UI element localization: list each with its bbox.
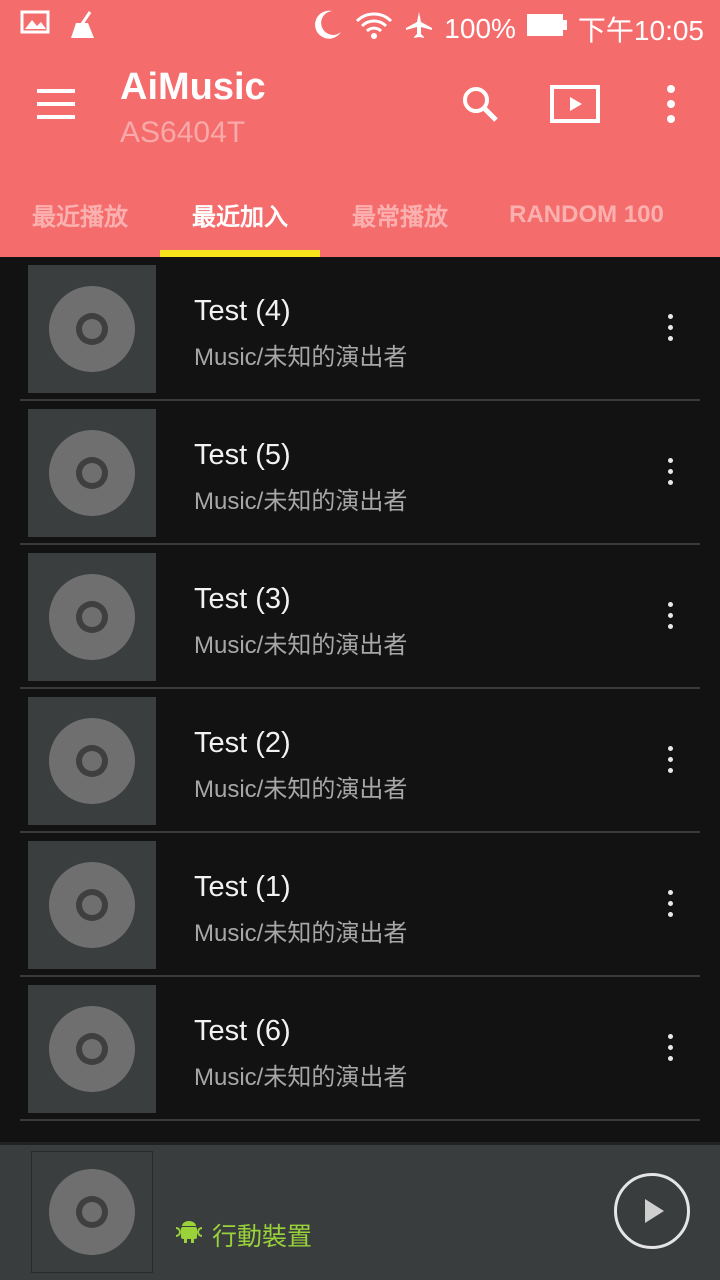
status-bar: 100% 下午10:05 [0,0,720,52]
android-icon [174,1220,204,1250]
more-vert-icon[interactable] [648,881,692,925]
airplane-icon [404,10,434,47]
more-vert-icon[interactable] [641,74,701,134]
disc-icon [49,286,135,372]
app-title: AiMusic [120,66,266,108]
song-title: Test (1) [194,871,291,903]
disc-icon [49,862,135,948]
song-title: Test (6) [194,1015,291,1047]
status-bar-right: 100% 下午10:05 [310,8,704,49]
status-bar-left [20,10,98,45]
list-item[interactable]: Test (5) Music/未知的演出者 [0,401,720,545]
song-subtitle: Music/未知的演出者 [194,1064,408,1091]
more-vert-icon[interactable] [648,449,692,493]
play-icon [645,1199,664,1223]
cleaner-icon [68,10,98,45]
menu-icon[interactable] [30,78,82,130]
disc-icon [49,1006,135,1092]
album-art [28,265,156,393]
clock: 下午10:05 [577,14,704,46]
battery-icon [526,12,568,45]
tab-bar: 最近播放 最近加入 最常播放 RANDOM 100 [0,172,720,257]
more-vert-icon[interactable] [648,1025,692,1069]
song-subtitle: Music/未知的演出者 [194,632,408,659]
tab-recently-added[interactable]: 最近加入 [160,172,320,257]
divider [20,1119,700,1121]
list-item[interactable]: Test (4) Music/未知的演出者 [0,257,720,401]
album-art [28,553,156,681]
song-subtitle: Music/未知的演出者 [194,920,408,947]
tab-most-played[interactable]: 最常播放 [320,172,480,257]
list-item[interactable]: Test (3) Music/未知的演出者 [0,545,720,689]
song-list: Test (4) Music/未知的演出者 Test (5) Music/未知的… [0,257,720,1121]
aimusic-screen: 100% 下午10:05 AiMusic AS6404T 最近播放 最近加入 最… [0,0,720,1280]
cast-icon[interactable] [545,74,605,134]
album-art [28,985,156,1113]
wifi-icon [354,9,394,48]
more-vert-icon[interactable] [648,737,692,781]
album-art [28,697,156,825]
album-art [28,409,156,537]
list-item[interactable]: Test (1) Music/未知的演出者 [0,833,720,977]
disc-icon [49,430,135,516]
device-label: 行動裝置 [212,1223,313,1251]
mini-player[interactable]: 行動裝置 [0,1142,720,1280]
song-title: Test (2) [194,727,291,759]
app-bar: AiMusic AS6404T [0,52,720,172]
song-title: Test (3) [194,583,291,615]
disc-icon [49,574,135,660]
play-button[interactable] [614,1173,690,1249]
tab-indicator [160,250,320,257]
list-item[interactable]: Test (2) Music/未知的演出者 [0,689,720,833]
battery-percent: 100% [444,12,516,44]
song-subtitle: Music/未知的演出者 [194,488,408,515]
device-subtitle: AS6404T [120,116,246,149]
album-art [28,841,156,969]
tab-random-100[interactable]: RANDOM 100 [480,172,693,257]
tab-recently-played[interactable]: 最近播放 [0,172,160,257]
list-item[interactable]: Test (6) Music/未知的演出者 [0,977,720,1121]
image-icon [20,10,50,45]
header: 100% 下午10:05 AiMusic AS6404T 最近播放 最近加入 最… [0,0,720,257]
more-vert-icon[interactable] [648,593,692,637]
search-icon[interactable] [450,74,510,134]
moon-icon [310,8,344,49]
song-subtitle: Music/未知的演出者 [194,776,408,803]
song-title: Test (4) [194,295,291,327]
player-album-art [31,1151,153,1273]
more-vert-icon[interactable] [648,305,692,349]
song-subtitle: Music/未知的演出者 [194,344,408,371]
output-device[interactable]: 行動裝置 [174,1217,312,1253]
disc-icon [49,718,135,804]
song-title: Test (5) [194,439,291,471]
disc-icon [49,1169,135,1255]
